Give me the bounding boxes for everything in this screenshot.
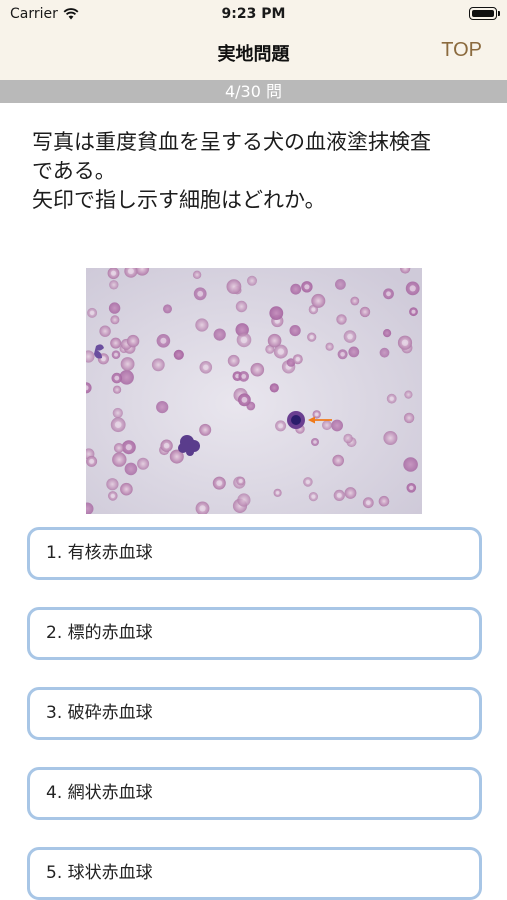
question-text: 写真は重度貧血を呈する犬の血液塗抹検査 である。 矢印で指し示す細胞はどれか。 [32, 128, 482, 215]
question-line: である。 [32, 159, 116, 183]
choice-label: 2. 標的赤血球 [46, 623, 153, 643]
choice-label: 3. 破砕赤血球 [46, 703, 153, 723]
choice-label: 1. 有核赤血球 [46, 543, 153, 563]
blood-smear-photo [86, 268, 422, 514]
choice-3-button[interactable]: 3. 破砕赤血球 [27, 687, 482, 740]
top-bar: Carrier 9:23 PM 実地問題 TOP [0, 0, 507, 80]
top-button[interactable]: TOP [441, 39, 482, 62]
choice-1-button[interactable]: 1. 有核赤血球 [27, 527, 482, 580]
battery-icon [469, 7, 500, 20]
choice-label: 5. 球状赤血球 [46, 863, 153, 883]
question-line: 写真は重度貧血を呈する犬の血液塗抹検査 [32, 130, 431, 154]
status-time: 9:23 PM [221, 6, 286, 22]
choice-2-button[interactable]: 2. 標的赤血球 [27, 607, 482, 660]
status-bar: Carrier 9:23 PM [0, 0, 507, 28]
question-line: 矢印で指し示す細胞はどれか。 [32, 188, 326, 212]
choice-4-button[interactable]: 4. 網状赤血球 [27, 767, 482, 820]
question-progress: 4/30 問 [0, 80, 507, 103]
choice-label: 4. 網状赤血球 [46, 783, 153, 803]
choice-5-button[interactable]: 5. 球状赤血球 [27, 847, 482, 900]
page-title: 実地問題 [217, 44, 290, 65]
